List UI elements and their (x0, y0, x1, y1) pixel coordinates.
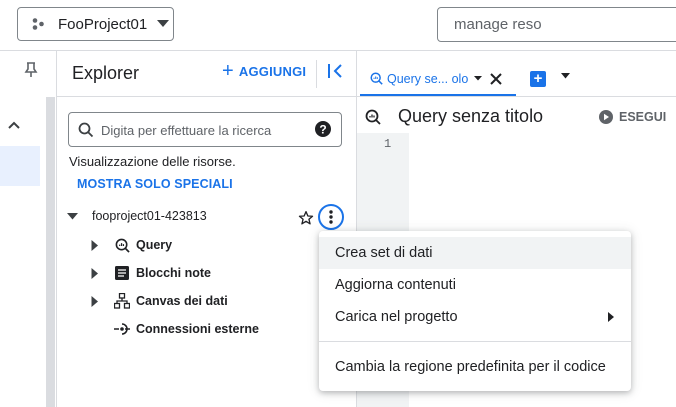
collapse-panel-icon[interactable] (327, 63, 345, 79)
chevron-down-icon[interactable] (474, 76, 483, 81)
menu-item-change-region[interactable]: Cambia la regione predefinita per il cod… (319, 351, 631, 383)
chevron-down-icon[interactable] (561, 73, 570, 79)
explorer-title: Explorer (72, 63, 140, 83)
search-icon (78, 122, 94, 138)
tree-item-label: Canvas dei dati (136, 294, 228, 308)
tree-item-query[interactable]: Query (90, 237, 172, 253)
rail-scrollbar[interactable] (46, 97, 55, 407)
context-menu: Crea set di dati Aggiorna contenuti Cari… (319, 231, 631, 391)
explorer-panel (57, 51, 357, 407)
help-icon[interactable]: ? (315, 121, 331, 137)
run-label: ESEGUI (619, 110, 667, 124)
close-icon[interactable] (490, 72, 503, 85)
expand-right-icon[interactable] (90, 267, 100, 279)
add-label: AGGIUNGI (238, 64, 307, 79)
line-number: 1 (384, 137, 392, 151)
project-row[interactable]: fooproject01-423813 (67, 209, 207, 223)
more-actions-button[interactable] (318, 204, 344, 230)
tree-item-label: Connessioni esterne (136, 322, 259, 336)
more-vert-icon (329, 210, 333, 224)
project-name: FooProject01 (58, 15, 148, 33)
editor-title: Query senza titolo (398, 106, 544, 126)
add-button[interactable]: + AGGIUNGI (222, 60, 307, 82)
menu-item-label: Carica nel progetto (335, 309, 458, 325)
tree-item-label: Query (136, 238, 173, 252)
chevron-up-icon[interactable] (7, 120, 21, 130)
run-button[interactable]: ESEGUI (599, 110, 666, 124)
project-label: fooproject01-423813 (92, 209, 207, 223)
menu-item-create-dataset[interactable]: Crea set di dati (319, 237, 631, 269)
search-input[interactable] (438, 8, 676, 41)
tree-item-notebooks[interactable]: Blocchi note (90, 265, 211, 281)
star-icon[interactable] (298, 210, 314, 226)
menu-item-upload[interactable]: Carica nel progetto (319, 301, 631, 333)
project-picker[interactable]: FooProject01 (17, 7, 174, 41)
new-tab-button[interactable]: + (530, 71, 546, 87)
show-starred-link[interactable]: MOSTRA SOLO SPECIALI (77, 177, 233, 191)
canvas-icon (114, 293, 130, 309)
tab-query[interactable]: Query se... olo (360, 63, 516, 96)
expand-right-icon[interactable] (90, 239, 100, 251)
tree-item-connections[interactable]: Connessioni esterne (90, 321, 259, 337)
menu-divider (319, 341, 631, 342)
svg-text:?: ? (319, 123, 326, 137)
explorer-search-input[interactable] (99, 113, 313, 148)
global-search[interactable] (437, 7, 676, 42)
tree-item-label: Blocchi note (136, 266, 212, 280)
tree-item-canvas[interactable]: Canvas dei dati (90, 293, 228, 309)
query-icon (365, 109, 381, 125)
expand-down-icon[interactable] (67, 212, 78, 220)
play-icon (599, 110, 613, 124)
rail-active-item[interactable] (0, 146, 40, 186)
query-icon (114, 237, 130, 253)
chevron-down-icon (157, 20, 170, 27)
submenu-arrow-icon (608, 312, 614, 322)
query-icon (370, 72, 383, 85)
resource-text: Visualizzazione delle risorse. (69, 154, 236, 169)
notebook-icon (114, 265, 130, 281)
explorer-search[interactable]: ? (68, 112, 342, 148)
pin-icon[interactable] (24, 62, 38, 78)
plus-icon: + (533, 70, 543, 87)
tab-label: Query se... olo (387, 71, 469, 86)
connection-icon (114, 321, 130, 337)
header-divider (316, 60, 317, 88)
project-icon (32, 18, 44, 30)
expand-right-icon[interactable] (90, 295, 100, 307)
plus-icon: + (222, 60, 234, 82)
menu-item-refresh[interactable]: Aggiorna contenuti (319, 269, 631, 301)
